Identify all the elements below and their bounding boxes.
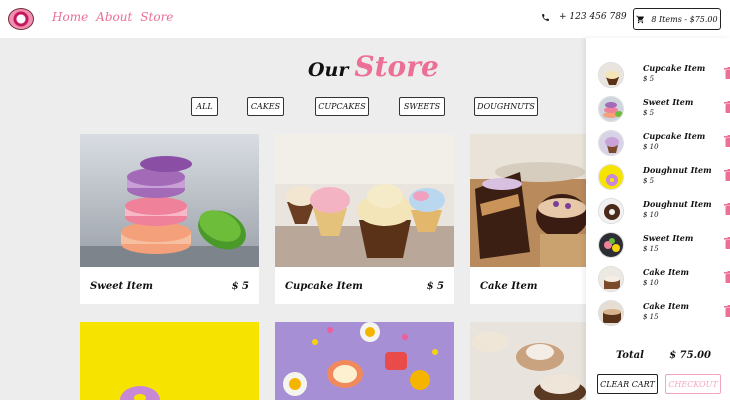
trash-icon[interactable]	[724, 203, 730, 215]
product-price: $ 5	[231, 280, 249, 292]
trash-icon[interactable]	[724, 67, 730, 79]
trash-icon[interactable]	[724, 135, 730, 147]
cart-item-thumbnail	[598, 266, 624, 292]
cart-item-price: $ 5	[643, 75, 655, 83]
store-heading-prefix: Our	[308, 59, 349, 81]
product-name: Sweet Item	[90, 280, 153, 292]
cart-total-value: $ 75.00	[669, 350, 711, 361]
cart-panel: Cupcake Item $ 5 Sweet Item $ 5 Cupcake …	[586, 38, 730, 400]
cart-item: Sweet Item $ 5	[598, 95, 730, 125]
doughnut-logo-icon[interactable]	[8, 8, 34, 30]
cart-item-thumbnail	[598, 300, 624, 326]
store-heading: Our Store	[308, 50, 439, 83]
cart-item-name: Sweet Item	[643, 233, 694, 243]
product-card[interactable]	[80, 322, 259, 400]
product-image-sweets[interactable]	[275, 322, 454, 400]
nav-link-store[interactable]: Store	[140, 10, 173, 24]
cart-item: Cupcake Item $ 5	[598, 61, 730, 91]
filter-all-button[interactable]: ALL	[191, 97, 218, 116]
cart-item-price: $ 10	[643, 211, 659, 219]
nav-link-about[interactable]: About	[96, 10, 132, 24]
cart-item-price: $ 15	[643, 245, 659, 253]
cart-item-price: $ 10	[643, 279, 659, 287]
product-name: Cupcake Item	[285, 280, 363, 292]
store-heading-main: Store	[354, 50, 439, 83]
filter-cakes-button[interactable]: CAKES	[247, 97, 284, 116]
cart-item-thumbnail	[598, 62, 624, 88]
product-image-doughnut[interactable]	[80, 322, 259, 400]
phone-number: + 123 456 789	[559, 12, 627, 22]
cart-item-thumbnail	[598, 198, 624, 224]
cart-item-name: Cupcake Item	[643, 63, 706, 73]
shopping-cart-icon	[636, 15, 645, 23]
trash-icon[interactable]	[724, 237, 730, 249]
product-card[interactable]	[470, 322, 586, 400]
product-caption: Sweet Item $ 5	[80, 268, 259, 304]
product-name: Cake Item	[480, 280, 538, 292]
trash-icon[interactable]	[724, 169, 730, 181]
cart-item: Cupcake Item $ 10	[598, 129, 730, 159]
product-card[interactable]: Cake Item	[470, 134, 586, 304]
cart-item-price: $ 5	[643, 177, 655, 185]
phone-icon	[542, 13, 549, 21]
product-caption: Cupcake Item $ 5	[275, 268, 454, 304]
cart-item-name: Cake Item	[643, 301, 689, 311]
phone-contact: + 123 456 789	[541, 12, 627, 22]
cart-item-price: $ 15	[643, 313, 659, 321]
cart-item: Doughnut Item $ 5	[598, 163, 730, 193]
nav-link-home[interactable]: Home	[52, 10, 88, 24]
product-image-cupcakes-2[interactable]	[470, 322, 586, 400]
product-image-cakes[interactable]	[470, 134, 586, 267]
product-card[interactable]	[275, 322, 454, 400]
cart-item: Cake Item $ 15	[598, 299, 730, 329]
cart-summary-button[interactable]: 8 Items - $75.00	[633, 8, 721, 30]
cart-item: Cake Item $ 10	[598, 265, 730, 295]
filter-cupcakes-button[interactable]: CUPCAKES	[315, 97, 369, 116]
cart-item-price: $ 10	[643, 143, 659, 151]
filter-sweets-button[interactable]: SWEETS	[399, 97, 445, 116]
product-image-macarons[interactable]	[80, 134, 259, 267]
cart-total: Total $ 75.00	[616, 350, 711, 361]
trash-icon[interactable]	[724, 101, 730, 113]
product-card[interactable]: Sweet Item $ 5	[80, 134, 259, 304]
cart-item-price: $ 5	[643, 109, 655, 117]
cart-item-name: Sweet Item	[643, 97, 694, 107]
cart-item-thumbnail	[598, 164, 624, 190]
cart-summary-text: 8 Items - $75.00	[651, 14, 718, 24]
product-caption: Cake Item	[470, 268, 586, 304]
cart-total-label: Total	[616, 350, 644, 361]
product-card[interactable]: Cupcake Item $ 5	[275, 134, 454, 304]
cart-item-name: Doughnut Item	[643, 165, 712, 175]
cart-item: Doughnut Item $ 10	[598, 197, 730, 227]
cart-item-thumbnail	[598, 130, 624, 156]
cart-item-name: Cake Item	[643, 267, 689, 277]
checkout-button[interactable]: CHECKOUT	[665, 374, 721, 394]
nav-links: Home About Store	[52, 10, 173, 24]
navbar: Home About Store + 123 456 789 8 Items -…	[0, 0, 730, 38]
cart-item-name: Doughnut Item	[643, 199, 712, 209]
trash-icon[interactable]	[724, 305, 730, 317]
cart-item-thumbnail	[598, 96, 624, 122]
trash-icon[interactable]	[724, 271, 730, 283]
product-price: $ 5	[426, 280, 444, 292]
cart-item-thumbnail	[598, 232, 624, 258]
clear-cart-button[interactable]: CLEAR CART	[597, 374, 658, 394]
cart-item-name: Cupcake Item	[643, 131, 706, 141]
filter-doughnuts-button[interactable]: DOUGHNUTS	[474, 97, 538, 116]
product-image-cupcakes[interactable]	[275, 134, 454, 267]
cart-item: Sweet Item $ 15	[598, 231, 730, 261]
